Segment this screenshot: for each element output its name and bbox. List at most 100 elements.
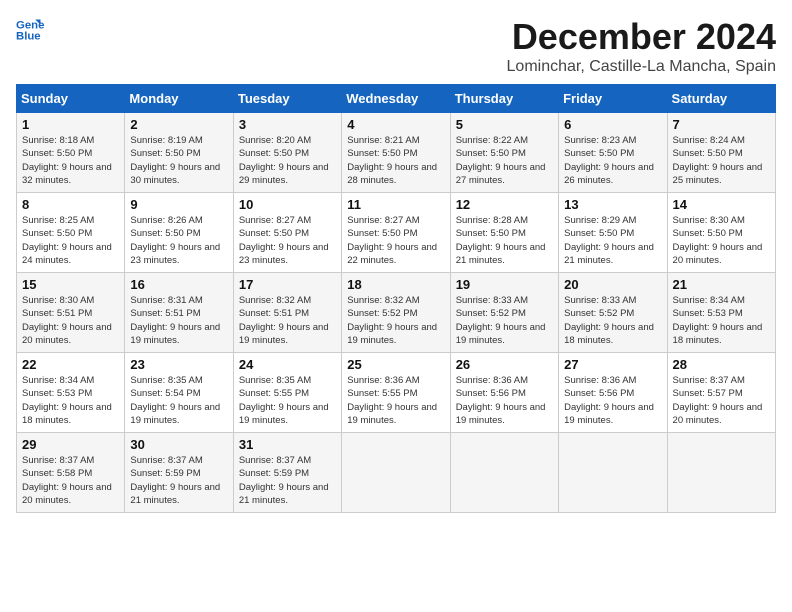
day-number: 15 (22, 277, 119, 292)
day-number: 9 (130, 197, 227, 212)
cell-content: Sunrise: 8:37 AMSunset: 5:59 PMDaylight:… (130, 455, 220, 506)
column-header-thursday: Thursday (450, 85, 558, 113)
column-header-friday: Friday (559, 85, 667, 113)
day-number: 10 (239, 197, 336, 212)
day-number: 4 (347, 117, 444, 132)
cell-content: Sunrise: 8:37 AMSunset: 5:59 PMDaylight:… (239, 455, 329, 506)
cell-content: Sunrise: 8:25 AMSunset: 5:50 PMDaylight:… (22, 215, 112, 266)
day-number: 7 (673, 117, 770, 132)
calendar-table: SundayMondayTuesdayWednesdayThursdayFrid… (16, 84, 776, 513)
day-number: 8 (22, 197, 119, 212)
calendar-cell: 18 Sunrise: 8:32 AMSunset: 5:52 PMDaylig… (342, 273, 450, 353)
cell-content: Sunrise: 8:37 AMSunset: 5:57 PMDaylight:… (673, 375, 763, 426)
day-number: 13 (564, 197, 661, 212)
cell-content: Sunrise: 8:36 AMSunset: 5:56 PMDaylight:… (456, 375, 546, 426)
calendar-body: 1 Sunrise: 8:18 AMSunset: 5:50 PMDayligh… (17, 113, 776, 513)
day-number: 22 (22, 357, 119, 372)
cell-content: Sunrise: 8:27 AMSunset: 5:50 PMDaylight:… (347, 215, 437, 266)
calendar-cell: 13 Sunrise: 8:29 AMSunset: 5:50 PMDaylig… (559, 193, 667, 273)
week-row-2: 8 Sunrise: 8:25 AMSunset: 5:50 PMDayligh… (17, 193, 776, 273)
day-number: 6 (564, 117, 661, 132)
cell-content: Sunrise: 8:33 AMSunset: 5:52 PMDaylight:… (564, 295, 654, 346)
column-header-monday: Monday (125, 85, 233, 113)
day-number: 30 (130, 437, 227, 452)
calendar-cell: 21 Sunrise: 8:34 AMSunset: 5:53 PMDaylig… (667, 273, 775, 353)
day-number: 24 (239, 357, 336, 372)
logo: General Blue (16, 16, 44, 44)
column-header-saturday: Saturday (667, 85, 775, 113)
calendar-cell: 14 Sunrise: 8:30 AMSunset: 5:50 PMDaylig… (667, 193, 775, 273)
column-header-sunday: Sunday (17, 85, 125, 113)
day-number: 17 (239, 277, 336, 292)
calendar-cell: 30 Sunrise: 8:37 AMSunset: 5:59 PMDaylig… (125, 433, 233, 513)
calendar-cell: 17 Sunrise: 8:32 AMSunset: 5:51 PMDaylig… (233, 273, 341, 353)
calendar-cell: 3 Sunrise: 8:20 AMSunset: 5:50 PMDayligh… (233, 113, 341, 193)
cell-content: Sunrise: 8:23 AMSunset: 5:50 PMDaylight:… (564, 135, 654, 186)
cell-content: Sunrise: 8:30 AMSunset: 5:50 PMDaylight:… (673, 215, 763, 266)
cell-content: Sunrise: 8:19 AMSunset: 5:50 PMDaylight:… (130, 135, 220, 186)
cell-content: Sunrise: 8:34 AMSunset: 5:53 PMDaylight:… (22, 375, 112, 426)
calendar-cell (667, 433, 775, 513)
cell-content: Sunrise: 8:22 AMSunset: 5:50 PMDaylight:… (456, 135, 546, 186)
calendar-cell: 8 Sunrise: 8:25 AMSunset: 5:50 PMDayligh… (17, 193, 125, 273)
cell-content: Sunrise: 8:34 AMSunset: 5:53 PMDaylight:… (673, 295, 763, 346)
calendar-subtitle: Lominchar, Castille-La Mancha, Spain (507, 58, 776, 76)
day-number: 20 (564, 277, 661, 292)
day-number: 18 (347, 277, 444, 292)
cell-content: Sunrise: 8:31 AMSunset: 5:51 PMDaylight:… (130, 295, 220, 346)
day-number: 11 (347, 197, 444, 212)
cell-content: Sunrise: 8:27 AMSunset: 5:50 PMDaylight:… (239, 215, 329, 266)
calendar-cell: 29 Sunrise: 8:37 AMSunset: 5:58 PMDaylig… (17, 433, 125, 513)
cell-content: Sunrise: 8:33 AMSunset: 5:52 PMDaylight:… (456, 295, 546, 346)
calendar-header-row: SundayMondayTuesdayWednesdayThursdayFrid… (17, 85, 776, 113)
calendar-cell: 26 Sunrise: 8:36 AMSunset: 5:56 PMDaylig… (450, 353, 558, 433)
title-section: December 2024 Lominchar, Castille-La Man… (507, 16, 776, 76)
calendar-cell (559, 433, 667, 513)
cell-content: Sunrise: 8:29 AMSunset: 5:50 PMDaylight:… (564, 215, 654, 266)
logo-icon: General Blue (16, 16, 44, 44)
calendar-cell: 7 Sunrise: 8:24 AMSunset: 5:50 PMDayligh… (667, 113, 775, 193)
day-number: 16 (130, 277, 227, 292)
calendar-cell (342, 433, 450, 513)
day-number: 28 (673, 357, 770, 372)
cell-content: Sunrise: 8:28 AMSunset: 5:50 PMDaylight:… (456, 215, 546, 266)
day-number: 19 (456, 277, 553, 292)
cell-content: Sunrise: 8:36 AMSunset: 5:56 PMDaylight:… (564, 375, 654, 426)
day-number: 14 (673, 197, 770, 212)
cell-content: Sunrise: 8:26 AMSunset: 5:50 PMDaylight:… (130, 215, 220, 266)
week-row-5: 29 Sunrise: 8:37 AMSunset: 5:58 PMDaylig… (17, 433, 776, 513)
day-number: 26 (456, 357, 553, 372)
calendar-cell: 25 Sunrise: 8:36 AMSunset: 5:55 PMDaylig… (342, 353, 450, 433)
calendar-cell: 5 Sunrise: 8:22 AMSunset: 5:50 PMDayligh… (450, 113, 558, 193)
calendar-cell: 2 Sunrise: 8:19 AMSunset: 5:50 PMDayligh… (125, 113, 233, 193)
week-row-3: 15 Sunrise: 8:30 AMSunset: 5:51 PMDaylig… (17, 273, 776, 353)
cell-content: Sunrise: 8:21 AMSunset: 5:50 PMDaylight:… (347, 135, 437, 186)
calendar-cell: 6 Sunrise: 8:23 AMSunset: 5:50 PMDayligh… (559, 113, 667, 193)
calendar-cell (450, 433, 558, 513)
calendar-cell: 16 Sunrise: 8:31 AMSunset: 5:51 PMDaylig… (125, 273, 233, 353)
calendar-cell: 28 Sunrise: 8:37 AMSunset: 5:57 PMDaylig… (667, 353, 775, 433)
calendar-cell: 9 Sunrise: 8:26 AMSunset: 5:50 PMDayligh… (125, 193, 233, 273)
day-number: 21 (673, 277, 770, 292)
cell-content: Sunrise: 8:20 AMSunset: 5:50 PMDaylight:… (239, 135, 329, 186)
calendar-title: December 2024 (507, 16, 776, 58)
cell-content: Sunrise: 8:35 AMSunset: 5:55 PMDaylight:… (239, 375, 329, 426)
cell-content: Sunrise: 8:35 AMSunset: 5:54 PMDaylight:… (130, 375, 220, 426)
day-number: 31 (239, 437, 336, 452)
calendar-cell: 22 Sunrise: 8:34 AMSunset: 5:53 PMDaylig… (17, 353, 125, 433)
calendar-cell: 15 Sunrise: 8:30 AMSunset: 5:51 PMDaylig… (17, 273, 125, 353)
day-number: 29 (22, 437, 119, 452)
day-number: 27 (564, 357, 661, 372)
day-number: 5 (456, 117, 553, 132)
week-row-1: 1 Sunrise: 8:18 AMSunset: 5:50 PMDayligh… (17, 113, 776, 193)
cell-content: Sunrise: 8:24 AMSunset: 5:50 PMDaylight:… (673, 135, 763, 186)
calendar-cell: 4 Sunrise: 8:21 AMSunset: 5:50 PMDayligh… (342, 113, 450, 193)
day-number: 3 (239, 117, 336, 132)
cell-content: Sunrise: 8:18 AMSunset: 5:50 PMDaylight:… (22, 135, 112, 186)
calendar-cell: 11 Sunrise: 8:27 AMSunset: 5:50 PMDaylig… (342, 193, 450, 273)
calendar-cell: 19 Sunrise: 8:33 AMSunset: 5:52 PMDaylig… (450, 273, 558, 353)
calendar-cell: 23 Sunrise: 8:35 AMSunset: 5:54 PMDaylig… (125, 353, 233, 433)
column-header-tuesday: Tuesday (233, 85, 341, 113)
page-header: General Blue December 2024 Lominchar, Ca… (16, 16, 776, 76)
cell-content: Sunrise: 8:36 AMSunset: 5:55 PMDaylight:… (347, 375, 437, 426)
